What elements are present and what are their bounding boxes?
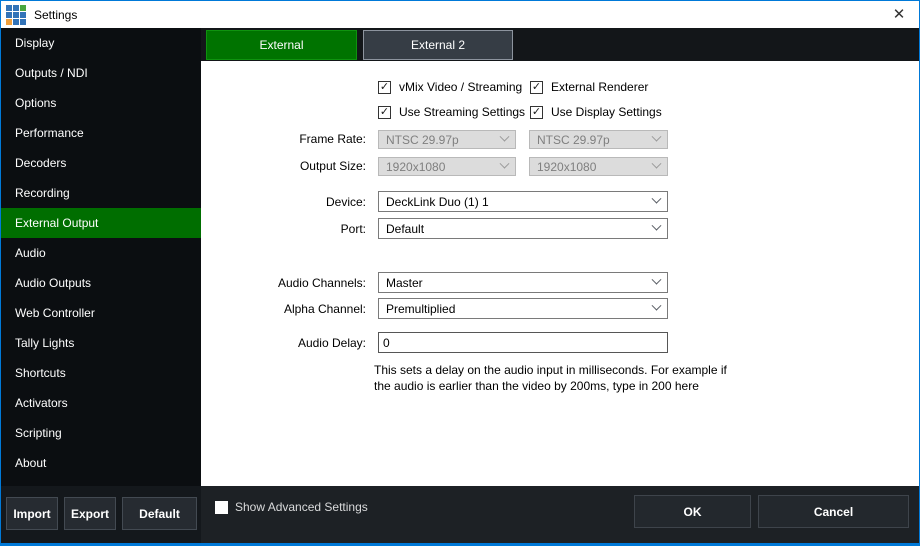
default-button[interactable]: Default [122,497,197,530]
audio-delay-help-text: This sets a delay on the audio input in … [374,363,727,377]
device-select[interactable]: DeckLink Duo (1) 1 [378,191,668,212]
sidebar-item-performance[interactable]: Performance [1,118,201,148]
close-icon[interactable]: ✕ [882,1,916,27]
frame-rate-label: Frame Rate: [201,132,366,146]
checkbox-use-display-settings[interactable]: ✓ Use Display Settings [530,105,662,119]
sidebar-item-scripting[interactable]: Scripting [1,418,201,448]
chevron-down-icon [652,275,662,285]
checkbox-label: Use Streaming Settings [399,105,525,119]
audio-delay-help-text: the audio is earlier than the video by 2… [374,379,699,393]
checkbox-show-advanced-settings[interactable]: Show Advanced Settings [215,500,368,514]
title-bar: Settings ✕ [1,1,919,28]
output-size-value-2: 1920x1080 [537,160,596,174]
output-size-value-1: 1920x1080 [386,160,445,174]
output-size-label: Output Size: [201,159,366,173]
cancel-button[interactable]: Cancel [758,495,909,528]
frame-rate-select-1: NTSC 29.97p [378,130,516,149]
import-button[interactable]: Import [6,497,58,530]
device-value: DeckLink Duo (1) 1 [386,195,489,209]
checkbox-external-renderer[interactable]: ✓ External Renderer [530,80,648,94]
output-size-select-1: 1920x1080 [378,157,516,176]
sidebar-item-outputs-ndi[interactable]: Outputs / NDI [1,58,201,88]
export-button[interactable]: Export [64,497,116,530]
sidebar-nav: Display Outputs / NDI Options Performanc… [1,28,201,486]
sidebar-footer: Import Export Default [1,486,201,544]
output-size-select-2: 1920x1080 [529,157,668,176]
port-value: Default [386,222,424,236]
checkbox-label: External Renderer [551,80,648,94]
checkbox-use-streaming-settings[interactable]: ✓ Use Streaming Settings [378,105,525,119]
sidebar-item-activators[interactable]: Activators [1,388,201,418]
audio-channels-label: Audio Channels: [201,276,366,290]
tab-external-2[interactable]: External 2 [363,30,513,60]
frame-rate-value-2: NTSC 29.97p [537,133,610,147]
frame-rate-select-2: NTSC 29.97p [529,130,668,149]
sidebar-item-options[interactable]: Options [1,88,201,118]
alpha-channel-label: Alpha Channel: [201,302,366,316]
checkbox-label: Show Advanced Settings [235,500,368,514]
audio-channels-value: Master [386,276,423,290]
audio-delay-label: Audio Delay: [201,336,366,350]
chevron-down-icon [652,194,662,204]
sidebar-item-audio[interactable]: Audio [1,238,201,268]
ok-button[interactable]: OK [634,495,751,528]
checkbox-vmix-video-streaming[interactable]: ✓ vMix Video / Streaming [378,80,522,94]
checkbox-unchecked-icon[interactable] [215,501,228,514]
chevron-down-icon [652,301,662,311]
audio-channels-select[interactable]: Master [378,272,668,293]
checkbox-checked-icon[interactable]: ✓ [530,106,543,119]
footer-bar: Show Advanced Settings OK Cancel [201,486,919,544]
sidebar-item-web-controller[interactable]: Web Controller [1,298,201,328]
sidebar-item-decoders[interactable]: Decoders [1,148,201,178]
chevron-down-icon [652,132,662,142]
checkbox-checked-icon[interactable]: ✓ [378,81,391,94]
tab-strip: External External 2 [201,28,919,61]
audio-delay-input[interactable] [378,332,668,353]
sidebar-item-tally-lights[interactable]: Tally Lights [1,328,201,358]
frame-rate-value-1: NTSC 29.97p [386,133,459,147]
chevron-down-icon [652,221,662,231]
port-select[interactable]: Default [378,218,668,239]
sidebar-item-display[interactable]: Display [1,28,201,58]
tab-external[interactable]: External [206,30,357,60]
sidebar-item-external-output[interactable]: External Output [1,208,201,238]
alpha-channel-select[interactable]: Premultiplied [378,298,668,319]
settings-window: Settings ✕ Display Outputs / NDI Options… [0,0,920,546]
vmix-logo-icon [6,5,26,25]
sidebar-item-shortcuts[interactable]: Shortcuts [1,358,201,388]
device-label: Device: [201,195,366,209]
alpha-channel-value: Premultiplied [386,302,455,316]
chevron-down-icon [500,132,510,142]
sidebar-item-recording[interactable]: Recording [1,178,201,208]
sidebar-item-audio-outputs[interactable]: Audio Outputs [1,268,201,298]
port-label: Port: [201,222,366,236]
checkbox-checked-icon[interactable]: ✓ [378,106,391,119]
chevron-down-icon [652,159,662,169]
window-title: Settings [34,8,77,22]
chevron-down-icon [500,159,510,169]
checkbox-checked-icon[interactable]: ✓ [530,81,543,94]
sidebar-item-about[interactable]: About [1,448,201,478]
checkbox-label: Use Display Settings [551,105,662,119]
checkbox-label: vMix Video / Streaming [399,80,522,94]
external-output-panel: ✓ vMix Video / Streaming ✓ External Rend… [201,61,919,486]
